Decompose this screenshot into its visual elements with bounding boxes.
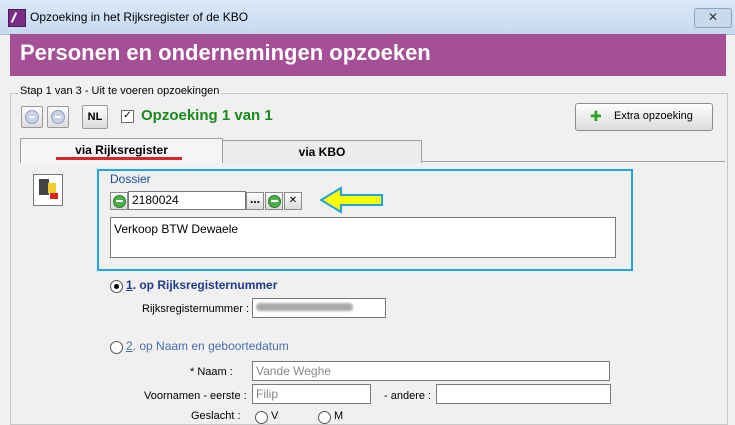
search-active-checkbox[interactable]: ✓ [121, 110, 134, 123]
option-rijksregister-text: . op Rijksregisternummer [132, 278, 278, 292]
next-button[interactable] [47, 106, 69, 128]
first-name-input[interactable]: Filip [252, 384, 371, 404]
app-icon [8, 9, 26, 27]
previous-button[interactable] [21, 106, 43, 128]
dossier-label: Dossier [110, 172, 151, 186]
dossier-go-button[interactable] [265, 192, 283, 210]
option-rijksregister-number: 1 [126, 278, 133, 292]
next-icon [51, 110, 65, 124]
other-names-input[interactable] [436, 384, 611, 404]
close-button[interactable]: ✕ [694, 8, 732, 28]
option-name-text: . op Naam en geboortedatum [132, 339, 289, 353]
search-count-label: Opzoeking 1 van 1 [141, 107, 273, 124]
dossier-prev-button[interactable] [110, 192, 128, 210]
dossier-clear-button[interactable]: ✕ [284, 192, 302, 210]
gender-v-label: V [271, 410, 279, 422]
arrow-left-icon [113, 195, 126, 208]
gender-label: Geslacht : [191, 410, 241, 422]
plus-icon: ✚ [590, 109, 602, 125]
option-name-number: 2 [126, 339, 133, 353]
name-label: * Naam : [190, 366, 233, 378]
option-rijksregister-radio[interactable] [110, 280, 123, 293]
extra-search-button[interactable]: ✚ Extra opzoeking [575, 103, 713, 131]
language-button[interactable]: NL [82, 105, 108, 129]
first-name-label: Voornamen - eerste : [144, 390, 247, 402]
active-tab-underline [56, 157, 182, 160]
rijksregisternummer-label: Rijksregisternummer : [142, 303, 249, 315]
gender-m-radio[interactable] [318, 411, 331, 424]
dossier-number-field[interactable]: 2180024 [128, 191, 246, 210]
highlight-arrow-icon [319, 186, 383, 214]
redacted-number [256, 303, 353, 311]
other-names-label: - andere : [384, 390, 432, 402]
option-name-label: 2. op Naam en geboortedatum [126, 339, 289, 353]
option-rijksregister-label: 1. op Rijksregisternummer [126, 278, 277, 292]
arrow-right-icon [268, 195, 281, 208]
previous-icon [25, 110, 39, 124]
extra-search-label: Extra opzoeking [614, 110, 693, 122]
dossier-description-field[interactable]: Verkoop BTW Dewaele [110, 217, 616, 258]
gender-m-label: M [334, 410, 344, 422]
page-title: Personen en ondernemingen opzoeken [20, 40, 431, 65]
name-input[interactable]: Vande Weghe [252, 361, 610, 381]
option-name-radio[interactable] [110, 341, 123, 354]
tab-kbo[interactable]: via KBO [222, 140, 422, 163]
gender-v-radio[interactable] [255, 411, 268, 424]
window-title: Opzoeking in het Rijksregister of de KBO [30, 10, 249, 24]
dossier-browse-button[interactable]: … [246, 192, 264, 210]
person-card-icon[interactable] [33, 174, 63, 206]
step-label: Stap 1 van 3 - Uit te voeren opzoekingen [18, 85, 222, 97]
